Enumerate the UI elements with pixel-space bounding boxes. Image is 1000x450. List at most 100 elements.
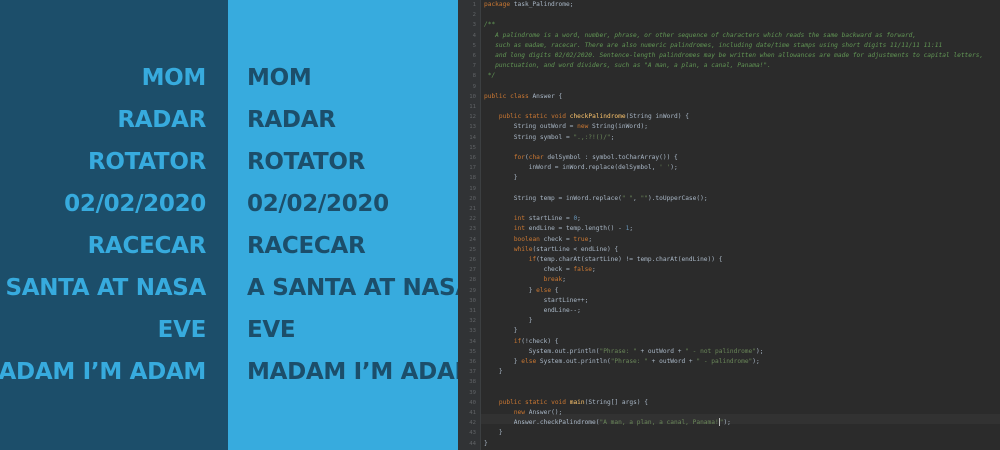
word-radar-left-aligned: RADAR bbox=[247, 107, 336, 133]
word-mom-left-aligned: MOM bbox=[247, 65, 312, 91]
line-number: 10 bbox=[469, 93, 476, 100]
word-mom-right-aligned: MOM bbox=[141, 65, 207, 91]
code-line[interactable]: and long digits 02/02/2020. Sentence-len… bbox=[484, 51, 983, 61]
line-number: 44 bbox=[469, 440, 476, 447]
code-line[interactable]: } bbox=[484, 367, 503, 377]
word-santa-right-aligned: A SANTA AT NASA bbox=[0, 275, 206, 301]
line-number: 3 bbox=[472, 22, 476, 29]
line-number: 8 bbox=[472, 73, 476, 80]
line-number: 37 bbox=[469, 369, 476, 376]
code-line[interactable]: if(temp.charAt(startLine) != temp.charAt… bbox=[484, 255, 723, 265]
code-line[interactable]: inWord = inWord.replace(delSymbol, ' '); bbox=[484, 163, 678, 173]
line-number: 9 bbox=[472, 83, 476, 90]
code-line[interactable]: if(!check) { bbox=[484, 337, 559, 347]
code-line[interactable]: } bbox=[484, 439, 488, 449]
code-line[interactable]: such as madam, racecar. There are also n… bbox=[484, 41, 942, 51]
code-line[interactable]: } bbox=[484, 316, 533, 326]
code-line[interactable]: boolean check = true; bbox=[484, 235, 592, 245]
word-madam-right-aligned: MADAM I’M ADAM bbox=[0, 359, 206, 385]
code-line[interactable]: while(startLine < endLine) { bbox=[484, 245, 618, 255]
line-number: 32 bbox=[469, 318, 476, 325]
code-line[interactable]: public static void checkPalindrome(Strin… bbox=[484, 112, 689, 122]
word-eve-left-aligned: EVE bbox=[247, 317, 296, 343]
line-number: 23 bbox=[469, 226, 476, 233]
line-number: 38 bbox=[469, 379, 476, 386]
code-line[interactable]: } bbox=[484, 428, 503, 438]
word-rotator-right-aligned: ROTATOR bbox=[87, 149, 206, 175]
code-line[interactable]: startLine++; bbox=[484, 296, 589, 306]
line-number: 29 bbox=[469, 287, 476, 294]
line-number: 12 bbox=[469, 114, 476, 121]
code-line[interactable]: break; bbox=[484, 275, 566, 285]
line-number: 19 bbox=[469, 185, 476, 192]
code-line[interactable]: public class Answer { bbox=[484, 92, 562, 102]
line-number: 30 bbox=[469, 297, 476, 304]
line-number: 24 bbox=[469, 236, 476, 243]
word-racecar-left-aligned: RACECAR bbox=[247, 233, 366, 259]
code-line[interactable]: */ bbox=[484, 71, 495, 81]
code-line[interactable]: new Answer(); bbox=[484, 408, 562, 418]
line-number: 42 bbox=[469, 420, 476, 427]
line-number: 14 bbox=[469, 134, 476, 141]
word-santa-left-aligned: A SANTA AT NASA bbox=[247, 275, 458, 301]
code-line[interactable]: } bbox=[484, 173, 518, 183]
word-racecar-right-aligned: RACECAR bbox=[87, 233, 207, 259]
code-line[interactable]: int startLine = 0; bbox=[484, 214, 581, 224]
line-number: 1 bbox=[472, 2, 476, 8]
line-number: 20 bbox=[469, 195, 476, 202]
line-number: 31 bbox=[469, 308, 476, 314]
code-line[interactable]: int endLine = temp.length() - 1; bbox=[484, 224, 633, 234]
code-editor[interactable]: 1 2 3 4 5 6 7 8 9 10 11 12 13 14 15 16 17 18 19 20 21 22 23 24 2… bbox=[458, 0, 1000, 450]
code-line[interactable]: public static void main(String[] args) { bbox=[484, 398, 648, 408]
word-rotator-left-aligned: ROTATOR bbox=[247, 149, 366, 175]
line-number: 22 bbox=[469, 216, 476, 223]
line-number: 39 bbox=[469, 389, 476, 396]
code-line[interactable]: for(char delSymbol : symbol.toCharArray(… bbox=[484, 153, 678, 163]
line-number: 43 bbox=[469, 430, 476, 437]
code-line[interactable]: } bbox=[484, 326, 518, 336]
word-date-left-aligned: 02/02/2020 bbox=[247, 191, 389, 217]
line-number: 33 bbox=[469, 328, 476, 335]
code-line[interactable]: /** bbox=[484, 20, 495, 30]
left-word-panel: MOM RADAR ROTATOR 02/02/2020 RACECAR A S… bbox=[0, 0, 228, 450]
code-line[interactable]: package task_Palindrome; bbox=[484, 0, 573, 10]
line-number: 21 bbox=[469, 206, 476, 212]
code-line[interactable]: check = false; bbox=[484, 265, 596, 275]
line-number: 40 bbox=[469, 399, 476, 406]
word-date-right-aligned: 02/02/2020 bbox=[64, 191, 206, 217]
code-line[interactable]: String symbol = ".,:?!()/"; bbox=[484, 133, 615, 143]
line-number: 34 bbox=[469, 338, 476, 345]
code-line[interactable]: String temp = inWord.replace(" ", "").to… bbox=[484, 194, 708, 204]
code-line[interactable]: punctuation, and word dividers, such as … bbox=[484, 61, 771, 71]
line-number: 36 bbox=[469, 359, 476, 365]
line-number: 7 bbox=[472, 63, 476, 70]
word-madam-left-aligned: MADAM I’M ADAM bbox=[247, 359, 458, 385]
code-line[interactable]: A palindrome is a word, number, phrase, … bbox=[484, 31, 916, 41]
code-line[interactable]: } else { bbox=[484, 286, 559, 296]
line-number: 6 bbox=[472, 53, 476, 59]
line-number-gutter: 1 2 3 4 5 6 7 8 9 10 11 12 13 14 15 16 17 18 19 20 21 22 23 24 2… bbox=[458, 0, 481, 450]
word-radar-right-aligned: RADAR bbox=[117, 107, 206, 133]
middle-word-panel: MOM RADAR ROTATOR 02/02/2020 RACECAR A S… bbox=[228, 0, 458, 450]
line-number: 5 bbox=[472, 42, 476, 49]
line-number: 41 bbox=[469, 410, 476, 416]
line-number: 11 bbox=[469, 104, 476, 110]
text-cursor bbox=[718, 418, 720, 427]
line-number: 16 bbox=[469, 155, 476, 161]
code-line[interactable]: } else System.out.println("Phrase: " + o… bbox=[484, 357, 760, 367]
code-line[interactable]: endLine--; bbox=[484, 306, 581, 316]
line-number: 28 bbox=[469, 277, 476, 284]
line-number: 2 bbox=[472, 12, 476, 19]
line-number: 15 bbox=[469, 144, 476, 151]
code-line[interactable]: System.out.println("Phrase: " + outWord … bbox=[484, 347, 764, 357]
line-number: 17 bbox=[469, 165, 476, 172]
code-line[interactable]: Answer.checkPalindrome("A man, a plan, a… bbox=[484, 418, 731, 428]
word-eve-right-aligned: EVE bbox=[157, 317, 207, 343]
line-number: 27 bbox=[469, 267, 476, 274]
line-number: 13 bbox=[469, 124, 476, 131]
line-number: 26 bbox=[469, 257, 476, 263]
line-number: 25 bbox=[469, 246, 476, 253]
line-number: 4 bbox=[472, 32, 476, 39]
line-number: 18 bbox=[469, 175, 476, 182]
code-line[interactable]: String outWord = new String(inWord); bbox=[484, 122, 648, 132]
